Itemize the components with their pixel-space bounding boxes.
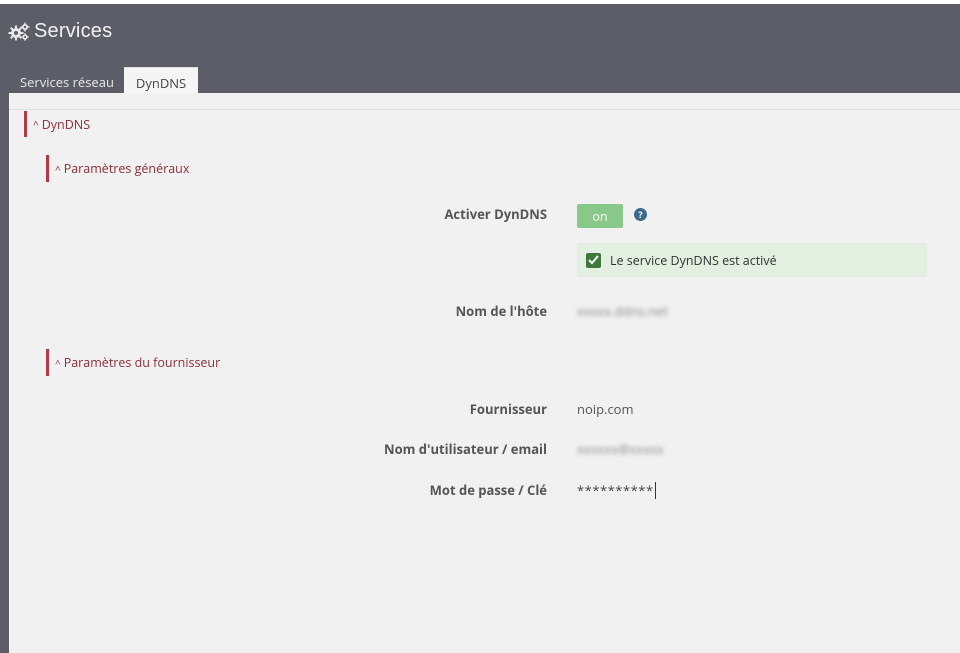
activate-dyndns-label: Activer DynDNS: [444, 205, 547, 223]
activate-dyndns-toggle[interactable]: on: [577, 204, 623, 228]
password-label: Mot de passe / Clé: [429, 481, 547, 499]
text-cursor: [654, 481, 656, 499]
password-value: **********: [577, 481, 654, 499]
section-accent-bar: [46, 155, 49, 182]
section-general-label: Paramètres généraux: [63, 160, 190, 177]
page-title-row: Services: [8, 20, 112, 43]
section-provider-label: Paramètres du fournisseur: [63, 354, 221, 371]
provider-value[interactable]: noip.com: [577, 400, 634, 418]
chevron-up-icon: ^: [33, 117, 39, 131]
content-divider: [9, 109, 960, 110]
section-dyndns-label: DynDNS: [41, 115, 91, 133]
password-field[interactable]: **********: [577, 479, 656, 501]
section-dyndns-header[interactable]: ^ DynDNS: [24, 111, 90, 137]
help-icon[interactable]: ?: [634, 208, 647, 221]
page-title: Services: [34, 20, 113, 42]
provider-label: Fournisseur: [469, 400, 547, 418]
chevron-up-icon: ^: [55, 161, 61, 176]
main-content: ^ DynDNS ^ Paramètres généraux Activer D…: [9, 93, 960, 653]
section-general-header[interactable]: ^ Paramètres généraux: [46, 155, 189, 182]
status-alert: Le service DynDNS est activé: [577, 243, 927, 277]
chevron-up-icon: ^: [55, 355, 61, 370]
username-value[interactable]: xxxxxx@xxxxx: [577, 440, 664, 458]
section-accent-bar: [24, 111, 27, 137]
page-header: Services Services réseau DynDNS: [0, 4, 960, 97]
hostname-value[interactable]: xxxxx.ddns.net: [577, 302, 668, 320]
status-message: Le service DynDNS est activé: [610, 251, 777, 269]
section-provider-header[interactable]: ^ Paramètres du fournisseur: [46, 349, 220, 376]
checkmark-icon: [586, 252, 601, 268]
username-label: Nom d'utilisateur / email: [384, 440, 547, 458]
left-sidebar-strip: [0, 93, 9, 653]
hostname-label: Nom de l'hôte: [455, 302, 547, 320]
section-accent-bar: [46, 349, 49, 376]
gears-icon: [8, 22, 30, 41]
